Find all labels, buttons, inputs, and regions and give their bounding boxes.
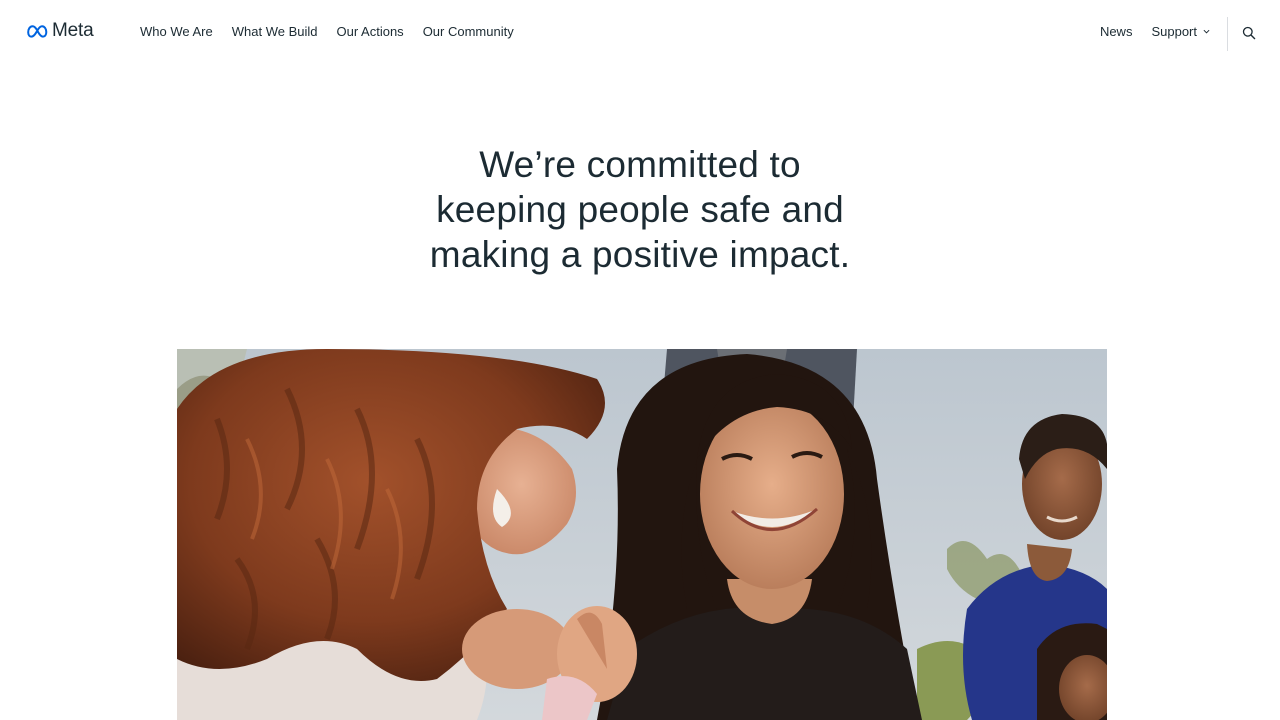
hero-title: We’re committed to keeping people safe a… bbox=[340, 142, 940, 277]
hero-photo-illustration bbox=[177, 349, 1107, 720]
secondary-nav: News Support bbox=[1100, 24, 1210, 39]
logo-text: Meta bbox=[52, 20, 94, 41]
header-divider bbox=[1227, 17, 1228, 51]
main-nav: Who We Are What We Build Our Actions Our… bbox=[140, 24, 533, 39]
hero-title-line-1: We’re committed to bbox=[479, 144, 801, 185]
nav-who-we-are[interactable]: Who We Are bbox=[140, 24, 213, 39]
hero-title-line-2: keeping people safe and bbox=[436, 189, 844, 230]
hero-photo bbox=[177, 349, 1107, 720]
support-label: Support bbox=[1151, 24, 1197, 39]
meta-logo[interactable]: Meta bbox=[27, 20, 94, 44]
chevron-down-icon bbox=[1203, 29, 1210, 34]
hero-title-line-3: making a positive impact. bbox=[429, 234, 851, 275]
nav-our-actions[interactable]: Our Actions bbox=[336, 24, 403, 39]
nav-news[interactable]: News bbox=[1100, 24, 1133, 39]
meta-infinity-icon bbox=[27, 25, 48, 38]
search-button[interactable] bbox=[1240, 24, 1258, 42]
search-icon bbox=[1242, 26, 1256, 40]
nav-our-community[interactable]: Our Community bbox=[423, 24, 514, 39]
site-header: Meta Who We Are What We Build Our Action… bbox=[0, 0, 1280, 68]
nav-what-we-build[interactable]: What We Build bbox=[232, 24, 318, 39]
nav-support-dropdown[interactable]: Support bbox=[1151, 24, 1210, 39]
